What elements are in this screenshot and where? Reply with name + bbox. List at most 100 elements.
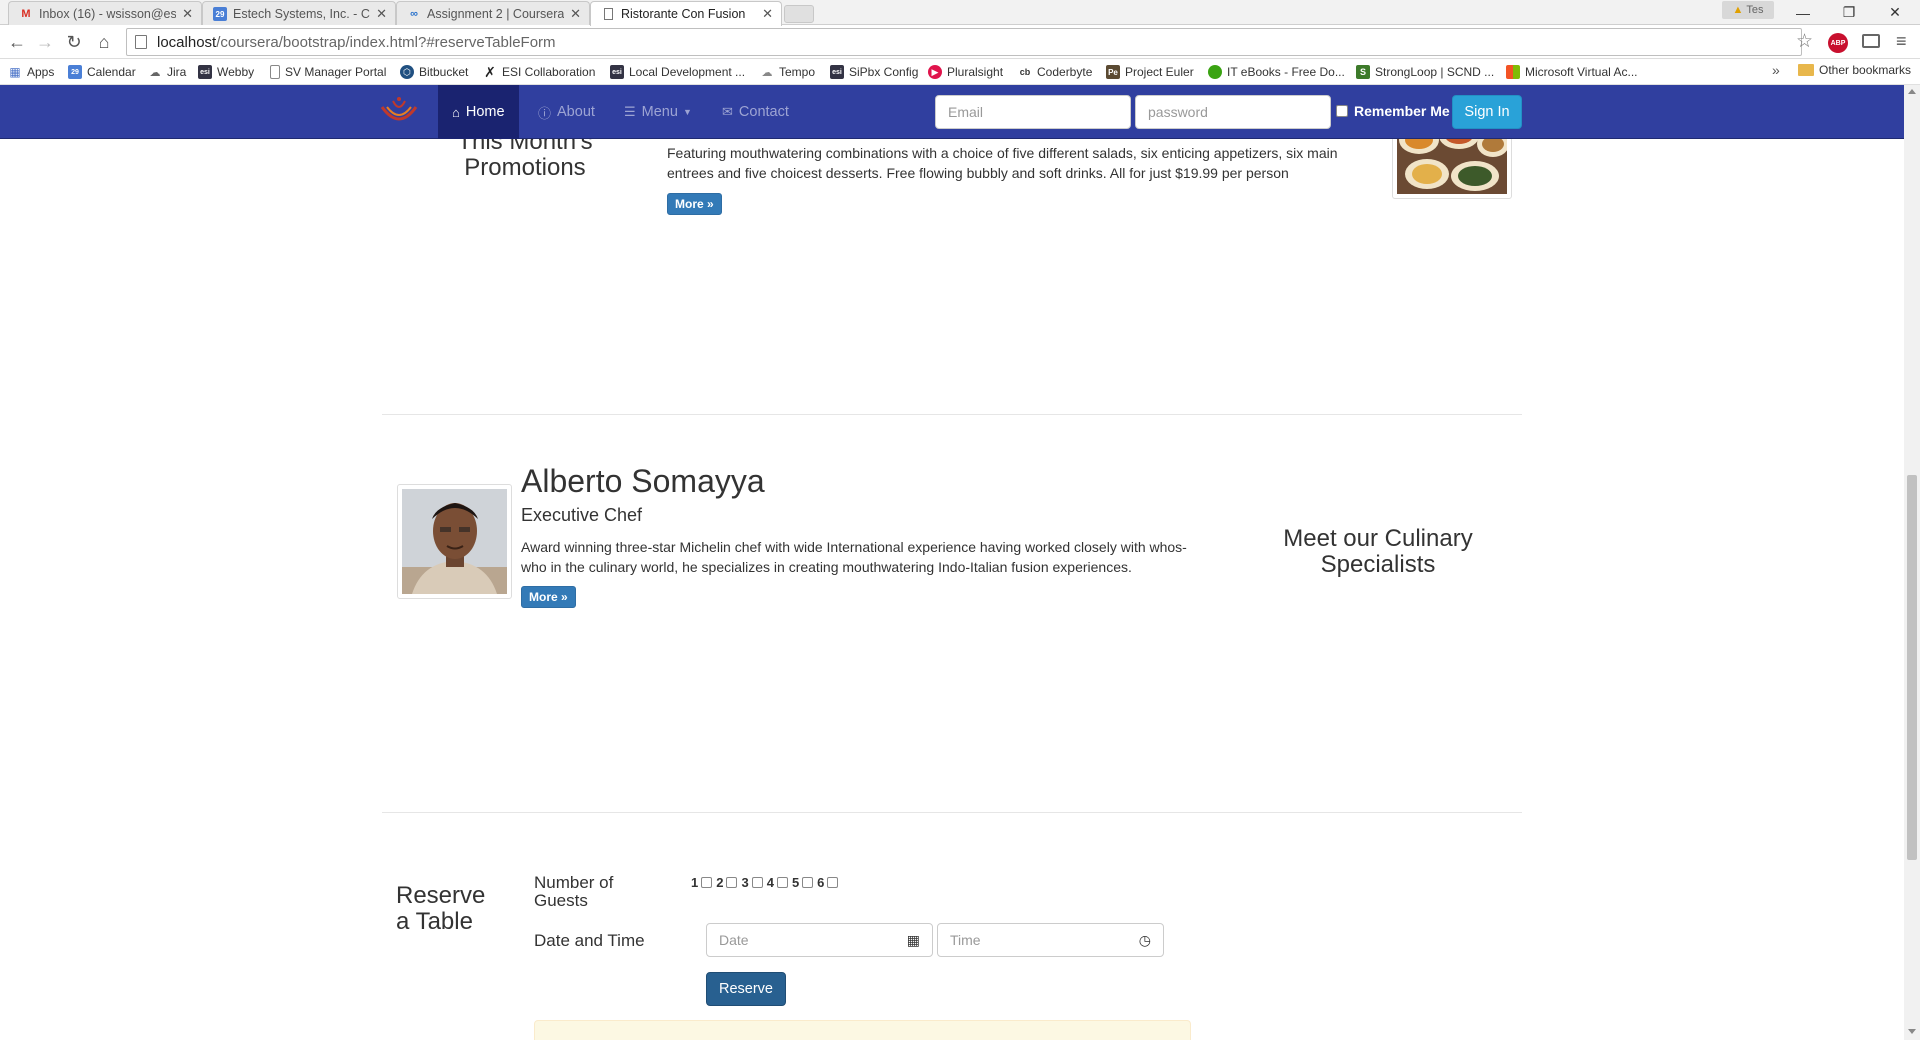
new-tab-button[interactable] [784,5,814,23]
nav-about[interactable]: ⓘ About [524,85,609,139]
x-icon: ✗ [484,63,496,80]
close-icon[interactable]: ✕ [376,6,387,22]
bookmark-bitbucket[interactable]: ⬡ Bitbucket [400,63,468,81]
nav-menu-dropdown[interactable]: ☰ Menu ▼ [610,85,706,139]
info-icon: ⓘ [538,105,552,121]
bookmark-label: Local Development ... [629,65,746,79]
bookmark-label: Webby [217,65,255,79]
bookmark-jira[interactable]: ☁ Jira [148,63,187,81]
page-icon [270,65,280,79]
guest-option-5[interactable]: 5 [792,875,814,890]
bookmark-local-dev[interactable]: esi Local Development ... [610,63,745,81]
url-host: localhost [157,33,217,51]
culinary-heading-line1: Meet our Culinary [1283,525,1473,552]
reserve-heading-line2: a Table [396,908,473,935]
chef-more-button[interactable]: More » [521,586,576,608]
time-input[interactable]: Time ◷ [937,923,1164,957]
close-icon[interactable]: ✕ [570,6,581,22]
guest-option-3[interactable]: 3 [741,875,763,890]
home-button[interactable]: ⌂ [92,30,116,54]
scrollbar-thumb[interactable] [1907,475,1917,860]
coursera-icon: ∞ [410,8,418,20]
warning-icon: ▲ [1732,4,1744,16]
guest-option-checkbox[interactable] [802,877,814,888]
clock-icon: ◷ [1138,931,1151,948]
green-dot-icon [1208,65,1222,79]
nav-home[interactable]: ⌂ Home [438,85,519,139]
bookmark-label: Tempo [779,65,816,79]
bookmark-calendar[interactable]: 29 Calendar [68,63,136,81]
tab-title: Estech Systems, Inc. - Cale [233,7,370,21]
guest-option-6[interactable]: 6 [817,875,839,890]
chrome-menu-icon[interactable]: ≡ [1896,31,1907,52]
guest-option-checkbox[interactable] [776,877,788,888]
more-bookmarks-button[interactable]: » [1772,62,1780,78]
folder-icon [1798,64,1814,76]
guest-option-2[interactable]: 2 [716,875,738,890]
remember-me-checkbox[interactable] [1336,105,1348,117]
bookmark-coderbyte[interactable]: cb Coderbyte [1018,63,1093,81]
date-input[interactable]: Date ▦ [706,923,933,957]
guest-option-4[interactable]: 4 [767,875,788,890]
restore-button[interactable]: ❐ [1826,0,1872,25]
guest-option-checkbox[interactable] [827,877,839,888]
promotion-more-button[interactable]: More » [667,193,722,215]
adblock-plus-icon[interactable]: ABP [1828,33,1848,53]
browser-tab-coursera[interactable]: ∞ Assignment 2 | Coursera ✕ [396,1,590,26]
reservation-alert-panel [534,1020,1191,1040]
email-input[interactable]: Email [935,95,1131,129]
reload-button[interactable]: ↻ [62,30,86,54]
coderbyte-icon: cb [1019,67,1031,77]
guest-option-checkbox[interactable] [751,877,763,888]
forward-button[interactable]: → [33,30,57,54]
bookmark-apps[interactable]: ▦ Apps [8,63,54,81]
password-input[interactable]: password [1135,95,1331,129]
url-path: /coursera/bootstrap/index.html?#reserveT… [216,33,556,51]
bookmark-webby[interactable]: esi Webby [198,63,254,81]
window-close-button[interactable]: ✕ [1872,0,1918,25]
bookmark-star-icon[interactable]: ☆ [1796,30,1813,53]
bookmark-label: Project Euler [1125,65,1194,79]
scroll-down-arrow-icon[interactable] [1908,1029,1916,1034]
address-bar[interactable]: localhost/coursera/bootstrap/index.html?… [126,28,1802,56]
bookmark-sv-manager[interactable]: SV Manager Portal [270,63,386,81]
browser-tab-calendar[interactable]: 29 Estech Systems, Inc. - Cale ✕ [202,1,396,26]
cast-icon[interactable] [1862,34,1880,48]
sign-in-button[interactable]: Sign In [1452,95,1522,129]
bookmark-label: ESI Collaboration [502,65,596,79]
nav-contact[interactable]: ✉ Contact [708,85,803,139]
browser-tab-ristorante[interactable]: Ristorante Con Fusion ✕ [590,1,782,26]
bookmark-microsoft-va[interactable]: Microsoft Virtual Ac... [1506,63,1637,81]
minimize-button[interactable]: — [1780,0,1826,25]
reserve-button[interactable]: Reserve [706,972,786,1006]
bookmarks-bar: ▦ Apps 29 Calendar ☁ Jira esi Webby SV Manag… [0,59,1920,85]
bookmark-esi-collab[interactable]: ✗ ESI Collaboration [483,63,595,81]
scroll-up-arrow-icon[interactable] [1908,89,1916,94]
guest-option-checkbox[interactable] [701,877,713,888]
close-icon[interactable]: ✕ [762,6,773,22]
guest-option-checkbox[interactable] [726,877,738,888]
bookmark-strongloop[interactable]: S StrongLoop | SCND ... [1356,63,1494,81]
browser-tab-inbox[interactable]: M Inbox (16) - wsisson@esi- ✕ [8,1,202,26]
site-navbar: ⌂ Home ⓘ About ☰ Menu ▼ ✉ Contact Email passw… [0,85,1904,139]
page-scrollbar[interactable] [1904,85,1920,1040]
guest-option-label: 4 [766,875,774,890]
page-icon [135,35,147,49]
chef-portrait-image [402,489,507,594]
close-icon[interactable]: ✕ [182,6,193,22]
datetime-label: Date and Time [534,931,645,950]
back-button[interactable]: ← [5,30,29,54]
bookmark-tempo[interactable]: ☁ Tempo [760,63,816,81]
bookmark-sipbx[interactable]: esi SiPbx Config [830,63,918,81]
bookmark-project-euler[interactable]: Pe Project Euler [1106,63,1194,81]
chef-description-line1: Award winning three-star Michelin chef w… [521,539,1187,555]
profile-button[interactable]: ▲ Tes [1722,1,1774,19]
bookmark-label: IT eBooks - Free Do... [1227,65,1345,79]
guest-option-1[interactable]: 1 [691,875,713,890]
bookmark-it-ebooks[interactable]: IT eBooks - Free Do... [1208,63,1345,81]
browser-toolbar: ← → ↻ ⌂ localhost/coursera/bootstrap/ind… [0,25,1920,59]
other-bookmarks-folder[interactable]: Other bookmarks [1798,63,1911,77]
restaurant-logo[interactable] [378,93,420,131]
remember-me[interactable]: Remember Me [1336,103,1450,119]
bookmark-pluralsight[interactable]: ▶ Pluralsight [928,63,1003,81]
